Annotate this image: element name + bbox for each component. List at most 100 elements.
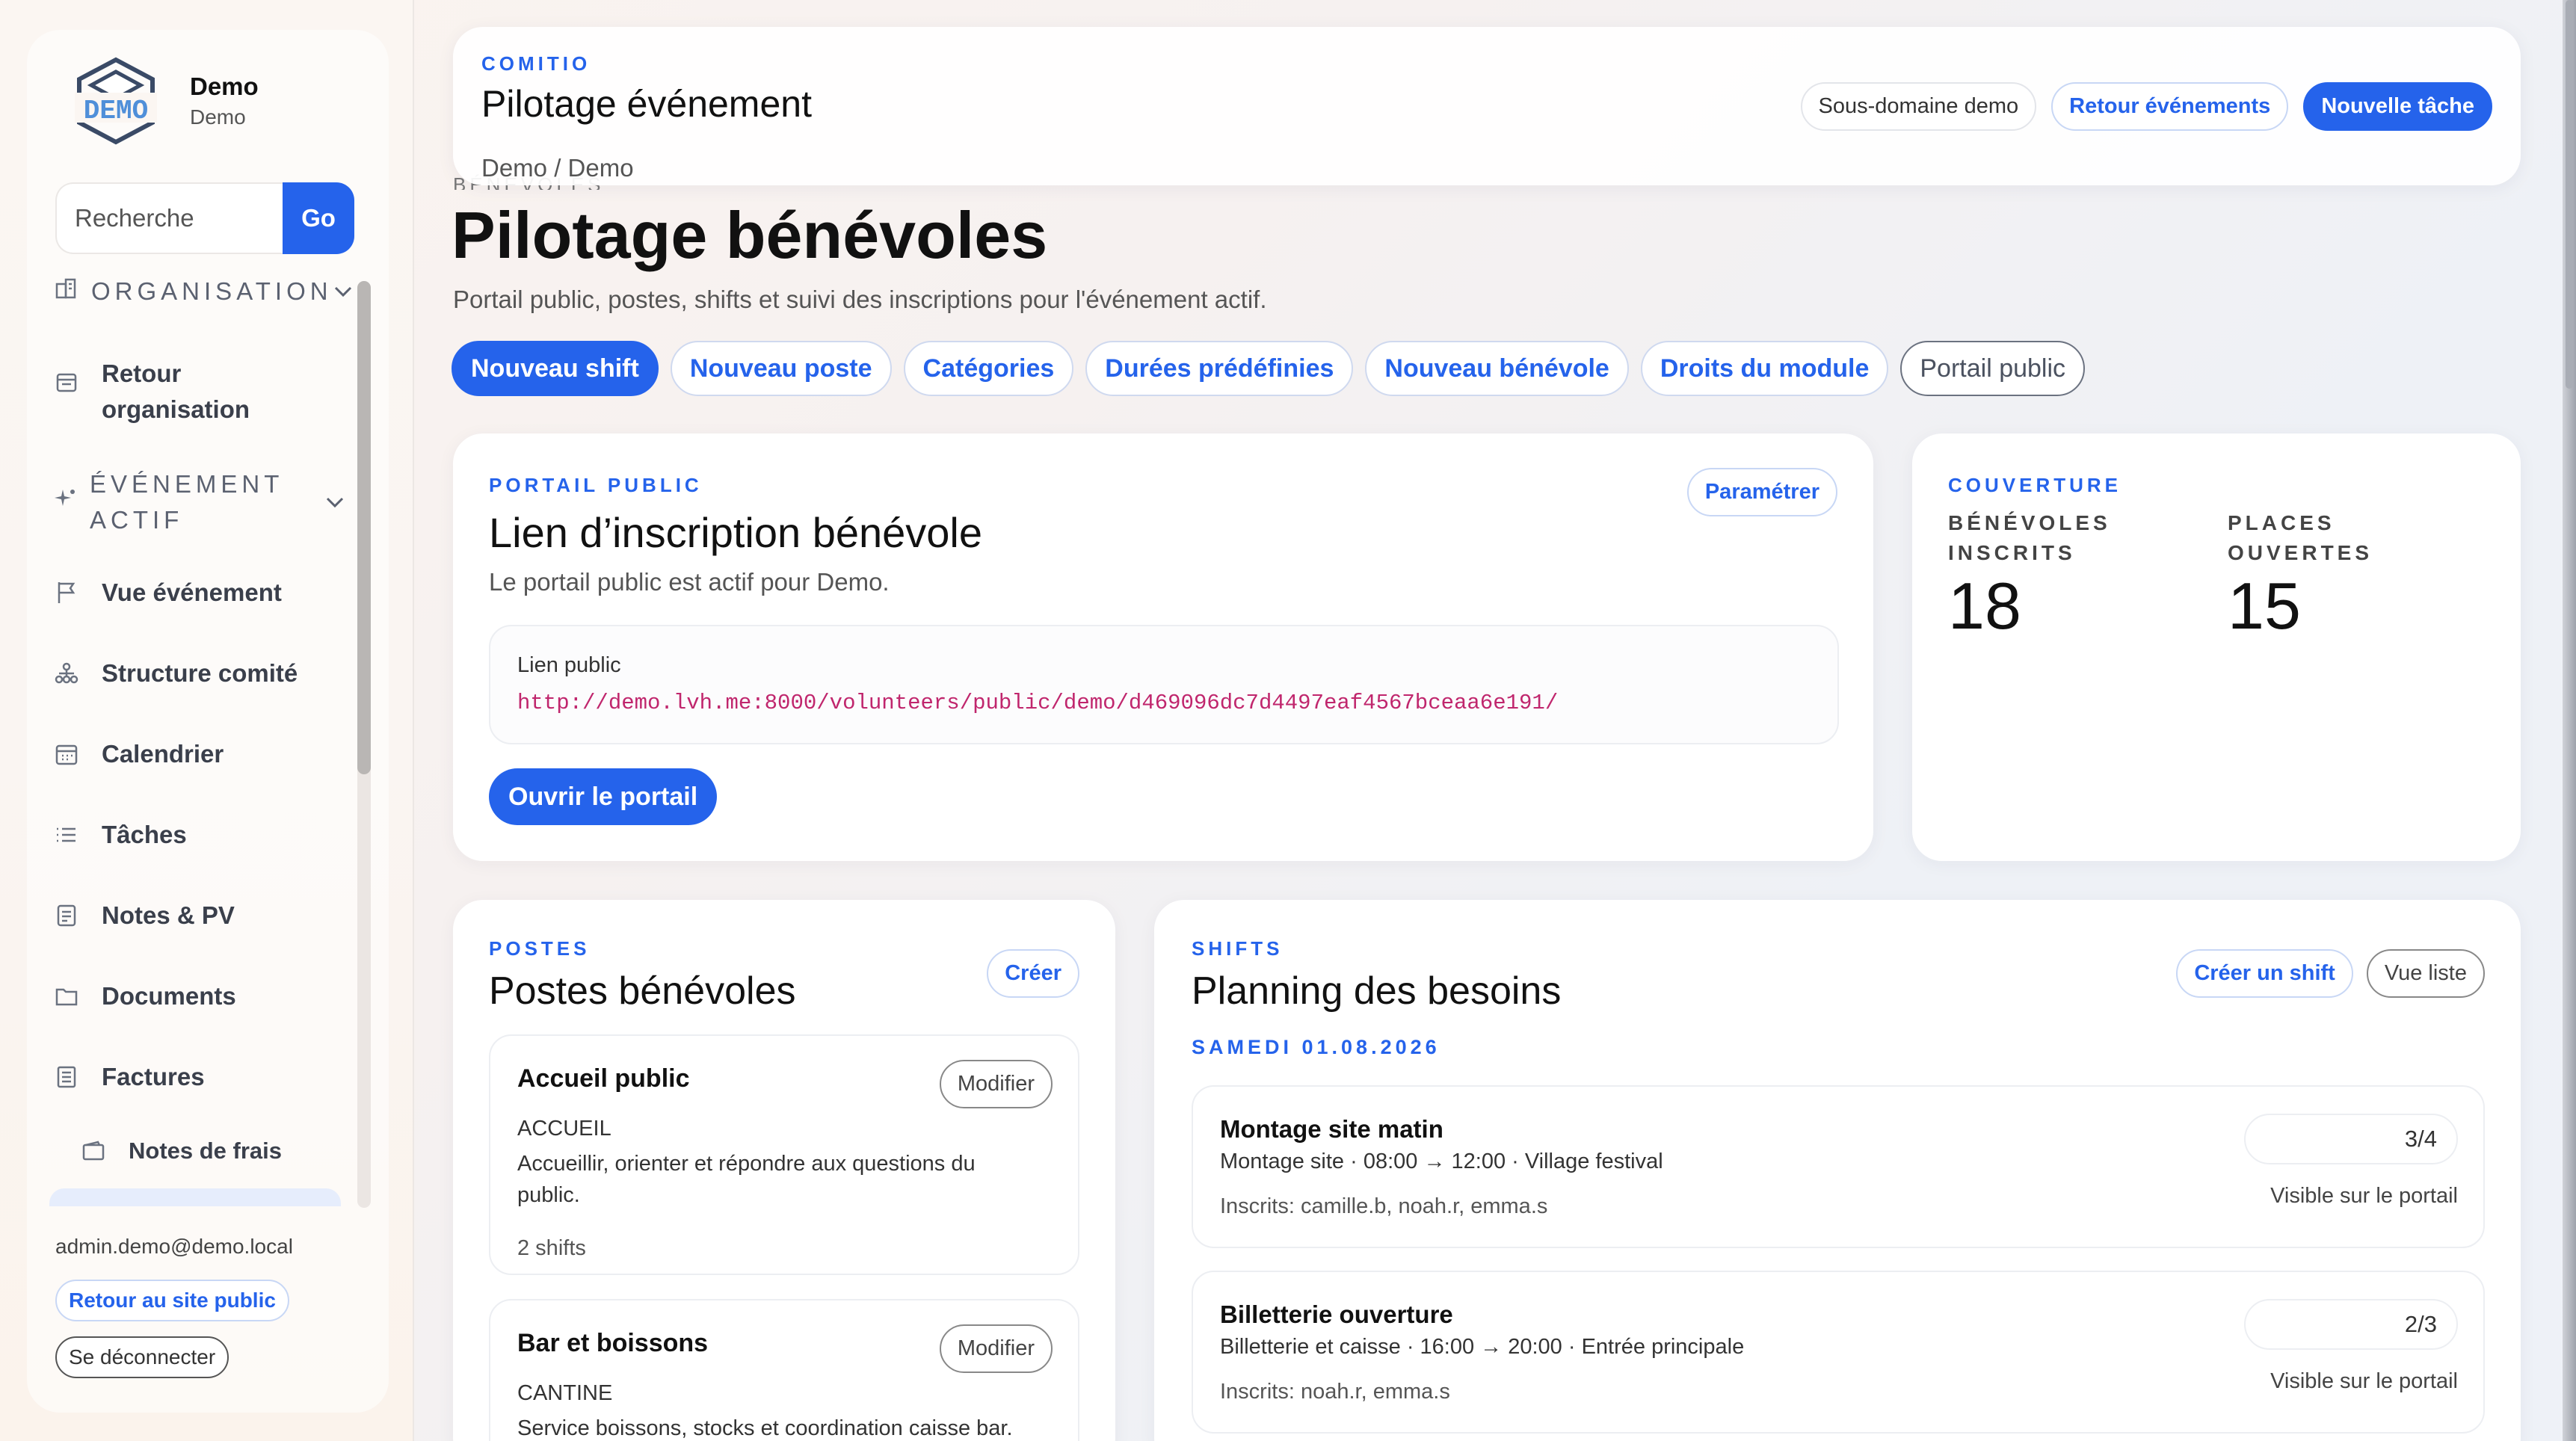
durations-button[interactable]: Durées prédéfinies bbox=[1085, 341, 1354, 396]
stat-volunteers-value: 18 bbox=[1948, 569, 2021, 643]
public-link-box: Lien public http://demo.lvh.me:8000/volu… bbox=[489, 625, 1839, 744]
flag-icon bbox=[54, 580, 79, 605]
new-poste-button[interactable]: Nouveau poste bbox=[670, 341, 892, 396]
stat-places-label: PLACES OUVERTES bbox=[2228, 511, 2373, 564]
poste-shift-count: 2 shifts bbox=[517, 1236, 586, 1260]
shifts-eyebrow: SHIFTS bbox=[1192, 937, 1284, 960]
list-view-button[interactable]: Vue liste bbox=[2366, 949, 2485, 998]
sidebar-item-factures[interactable]: Factures bbox=[54, 1063, 205, 1091]
poste-category: ACCUEIL bbox=[517, 1117, 611, 1141]
sidebar-item-label: Documents bbox=[102, 982, 236, 1010]
page-header: COMITIO Pilotage événement Demo / Demo S… bbox=[453, 27, 2521, 185]
brand-name: Demo bbox=[190, 72, 259, 100]
brand-logo: DEMO bbox=[75, 57, 157, 145]
page-title: Pilotage bénévoles bbox=[452, 198, 1048, 272]
new-task-button[interactable]: Nouvelle tâche bbox=[2303, 82, 2492, 131]
sidebar-scrollbar-thumb[interactable] bbox=[357, 281, 371, 774]
shifts-actions: Créer un shift Vue liste bbox=[2176, 949, 2485, 998]
module-rights-button[interactable]: Droits du module bbox=[1640, 341, 1889, 396]
wallet-icon bbox=[81, 1138, 106, 1164]
section-organisation[interactable]: ORGANISATION bbox=[54, 277, 351, 306]
postes-title: Postes bénévoles bbox=[489, 969, 796, 1013]
postes-card: POSTES Postes bénévoles Créer Accueil pu… bbox=[453, 900, 1115, 1441]
shift-day-heading: SAMEDI 01.08.2026 bbox=[1192, 1036, 1440, 1058]
folder-icon bbox=[54, 984, 79, 1009]
back-events-button[interactable]: Retour événements bbox=[2051, 82, 2289, 131]
list-icon bbox=[54, 822, 79, 848]
shifts-title: Planning des besoins bbox=[1192, 969, 1562, 1013]
sidebar: DEMO Demo Demo Go ORGANISATION bbox=[0, 0, 414, 1441]
create-poste-button[interactable]: Créer bbox=[987, 949, 1079, 998]
chevron-down-icon bbox=[333, 277, 354, 306]
sidebar-item-documents[interactable]: Documents bbox=[54, 982, 236, 1010]
section-evenement-label: ÉVÉNEMENT ACTIF bbox=[90, 470, 283, 534]
shifts-card: SHIFTS Planning des besoins Créer un shi… bbox=[1154, 900, 2521, 1441]
shift-detail: Billetterie et caisse · 16:00 → 20:00 · … bbox=[1220, 1335, 1745, 1359]
stat-volunteers-label: BÉNÉVOLES INSCRITS bbox=[1948, 511, 2111, 564]
sidebar-footer: admin.demo@demo.local Retour au site pub… bbox=[55, 1235, 293, 1378]
sidebar-item-calendrier[interactable]: Calendrier bbox=[54, 740, 224, 768]
sidebar-item-label: Notes de frais bbox=[129, 1138, 283, 1164]
logout-button[interactable]: Se déconnecter bbox=[55, 1336, 229, 1378]
public-link-label: Lien public bbox=[517, 653, 621, 677]
public-portal-button[interactable]: Portail public bbox=[1900, 341, 2086, 396]
poste-name: Accueil public bbox=[517, 1064, 690, 1093]
sidebar-item-structure-comite[interactable]: Structure comité bbox=[54, 659, 298, 688]
list-item: Bar et boissons Modifier CANTINE Service… bbox=[489, 1299, 1079, 1441]
sidebar-item-label: Notes & PV bbox=[102, 901, 235, 929]
portal-card: PORTAIL PUBLIC Lien d’inscription bénévo… bbox=[453, 433, 1873, 861]
sidebar-item-label: Vue événement bbox=[102, 578, 282, 606]
poste-description: Accueillir, orienter et répondre aux que… bbox=[517, 1152, 976, 1207]
new-volunteer-button[interactable]: Nouveau bénévole bbox=[1365, 341, 1629, 396]
sidebar-item-retour-organisation[interactable]: Retour organisation bbox=[54, 356, 266, 428]
header-eyebrow: COMITIO bbox=[481, 52, 591, 75]
table-row[interactable]: Montage site matin Montage site · 08:00 … bbox=[1192, 1085, 2485, 1248]
building-icon bbox=[54, 277, 78, 306]
brand[interactable]: DEMO Demo Demo bbox=[75, 57, 259, 145]
back-public-site-button[interactable]: Retour au site public bbox=[55, 1280, 289, 1321]
coverage-eyebrow: COUVERTURE bbox=[1948, 474, 2122, 496]
invoice-icon bbox=[54, 1064, 79, 1090]
notes-icon bbox=[54, 903, 79, 928]
shift-registrants: Inscrits: noah.r, emma.s bbox=[1220, 1380, 1450, 1404]
new-shift-button[interactable]: Nouveau shift bbox=[452, 341, 659, 396]
header-title: Pilotage événement bbox=[481, 83, 812, 125]
shift-fill-count: 3/4 bbox=[2244, 1114, 2458, 1164]
sidebar-scrollbar[interactable] bbox=[357, 281, 371, 1208]
portal-description: Le portail public est actif pour Demo. bbox=[489, 568, 890, 596]
window-scrollbar[interactable] bbox=[2563, 0, 2576, 1441]
user-email: admin.demo@demo.local bbox=[55, 1235, 293, 1258]
calendar-icon bbox=[54, 741, 79, 767]
shift-visibility: Visible sur le portail bbox=[2270, 1369, 2458, 1393]
shift-detail: Montage site · 08:00 → 12:00 · Village f… bbox=[1220, 1150, 1663, 1173]
search-go-button[interactable]: Go bbox=[283, 182, 354, 254]
sidebar-item-notes-de-frais[interactable]: Notes de frais bbox=[81, 1138, 282, 1164]
categories-button[interactable]: Catégories bbox=[903, 341, 1074, 396]
configure-button[interactable]: Paramétrer bbox=[1686, 468, 1837, 516]
window-scrollbar-thumb[interactable] bbox=[2566, 0, 2573, 389]
modify-poste-button[interactable]: Modifier bbox=[939, 1324, 1053, 1373]
modify-poste-button[interactable]: Modifier bbox=[939, 1060, 1053, 1108]
search-form: Go bbox=[55, 182, 354, 254]
stat-places-value: 15 bbox=[2228, 569, 2301, 643]
search-input[interactable] bbox=[55, 182, 283, 254]
public-link-url[interactable]: http://demo.lvh.me:8000/volunteers/publi… bbox=[517, 691, 1558, 715]
header-actions: Sous-domaine demo Retour événements Nouv… bbox=[1800, 82, 2492, 131]
stat-places: PLACES OUVERTES 15 bbox=[2228, 508, 2482, 644]
sparkle-icon bbox=[54, 488, 76, 516]
table-row[interactable]: Billetterie ouverture Billetterie et cai… bbox=[1192, 1271, 2485, 1434]
shift-registrants: Inscrits: camille.b, noah.r, emma.s bbox=[1220, 1194, 1548, 1218]
sidebar-item-taches[interactable]: Tâches bbox=[54, 821, 187, 849]
subdomain-badge[interactable]: Sous-domaine demo bbox=[1800, 82, 2037, 131]
poste-name: Bar et boissons bbox=[517, 1329, 709, 1357]
logo-text: DEMO bbox=[84, 96, 148, 126]
chevron-down-icon bbox=[324, 488, 345, 516]
section-evenement-actif[interactable]: ÉVÉNEMENT ACTIF bbox=[54, 466, 345, 538]
sidebar-item-notes-pv[interactable]: Notes & PV bbox=[54, 901, 235, 930]
open-portal-button[interactable]: Ouvrir le portail bbox=[489, 768, 718, 825]
poste-description: Service boissons, stocks et coordination… bbox=[517, 1416, 1013, 1440]
postes-eyebrow: POSTES bbox=[489, 937, 591, 960]
create-shift-button[interactable]: Créer un shift bbox=[2176, 949, 2353, 998]
shift-visibility: Visible sur le portail bbox=[2270, 1184, 2458, 1208]
sidebar-item-vue-evenement[interactable]: Vue événement bbox=[54, 578, 282, 607]
